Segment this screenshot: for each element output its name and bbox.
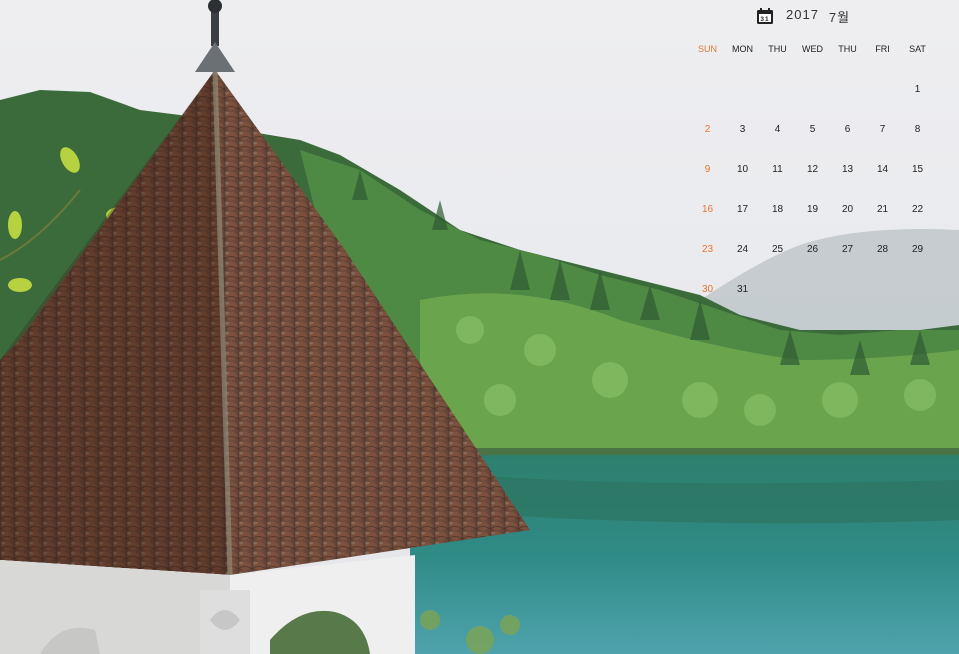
day-cell: 28 (876, 244, 889, 255)
day-cell: 10 (736, 164, 749, 175)
day-cell: 25 (771, 244, 784, 255)
day-cell (865, 284, 900, 324)
weekday-wed: WED (802, 44, 823, 54)
weekday-tue: THU (768, 44, 787, 54)
day-cell: 6 (844, 124, 851, 135)
weekday-thu: THU (838, 44, 857, 54)
day-cell (760, 284, 795, 324)
weekday-sun: SUN (697, 44, 717, 54)
day-cell: 1 (914, 84, 921, 95)
day-cell (865, 84, 900, 124)
day-cell: 22 (911, 204, 924, 215)
day-cell: 20 (841, 204, 854, 215)
day-cell: 23 (701, 244, 714, 255)
calendar-title: 2017 7월 (786, 7, 850, 26)
day-cell: 31 (736, 284, 749, 295)
day-cell: 11 (772, 164, 783, 175)
day-cell: 16 (701, 204, 714, 215)
day-cell: 18 (771, 204, 784, 215)
day-cell: 2 (704, 124, 711, 135)
day-cell: 17 (736, 204, 749, 215)
day-cell: 30 (701, 284, 714, 295)
calendar-month: 7월 (828, 9, 851, 25)
calendar-icon-day: 31 (760, 16, 769, 23)
calendar-days-grid: 1 2 3 4 5 6 7 8 9 10 11 12 13 14 15 16 1… (690, 84, 935, 324)
day-cell: 27 (841, 244, 854, 255)
weekday-fri: FRI (875, 44, 890, 54)
calendar-icon: 31 (757, 8, 773, 24)
day-cell: 7 (879, 124, 886, 135)
day-cell: 14 (876, 164, 889, 175)
day-cell: 24 (736, 244, 749, 255)
calendar-year: 2017 (786, 6, 819, 22)
weekday-header-row: SUN MON THU WED THU FRI SAT (690, 44, 935, 54)
day-cell (795, 284, 830, 324)
calendar-widget: 31 2017 7월 SUN MON THU WED THU FRI SAT 1… (690, 0, 940, 310)
day-cell: 26 (806, 244, 819, 255)
day-cell (900, 284, 935, 324)
day-cell (725, 84, 760, 124)
day-cell (795, 84, 830, 124)
day-cell (830, 284, 865, 324)
day-cell: 8 (914, 124, 921, 135)
day-cell: 9 (704, 164, 711, 175)
day-cell: 15 (911, 164, 924, 175)
day-cell: 21 (876, 204, 889, 215)
day-cell: 3 (739, 124, 746, 135)
day-cell (760, 84, 795, 124)
day-cell: 4 (774, 124, 781, 135)
day-cell (830, 84, 865, 124)
day-cell: 19 (806, 204, 819, 215)
day-cell: 5 (809, 124, 816, 135)
day-cell (690, 84, 725, 124)
calendar-header: 31 2017 7월 (756, 6, 850, 26)
weekday-sat: SAT (909, 44, 926, 54)
day-cell: 13 (841, 164, 854, 175)
day-cell: 29 (911, 244, 924, 255)
day-cell: 12 (806, 164, 819, 175)
weekday-mon: MON (732, 44, 753, 54)
